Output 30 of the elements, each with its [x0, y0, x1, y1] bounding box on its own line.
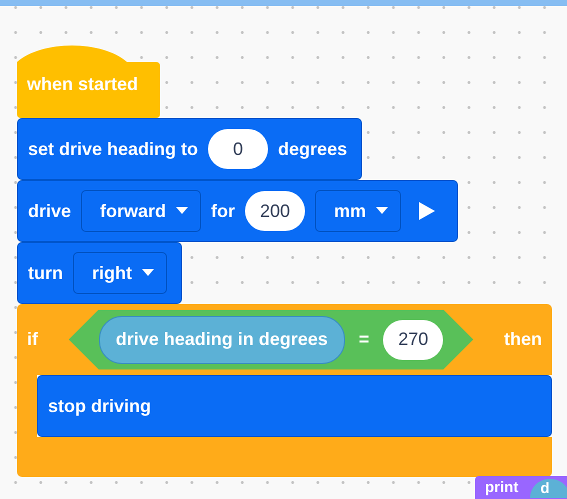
number-input[interactable]: 270: [383, 320, 444, 360]
block-label: for: [211, 200, 236, 222]
block-label: if: [27, 329, 38, 350]
command-block[interactable]: drive forward for 200 mm: [17, 180, 458, 242]
block-label: stop driving: [48, 396, 151, 416]
block-label: when started: [27, 74, 138, 94]
block-label: drive: [28, 200, 72, 222]
command-block[interactable]: set drive heading to 0 degrees: [17, 118, 362, 180]
reporter-block[interactable]: drive heading in degrees: [98, 316, 345, 364]
reporter-block[interactable]: d: [530, 479, 567, 498]
block-label: degrees: [278, 138, 348, 160]
block-label: turn: [28, 262, 63, 284]
number-input[interactable]: 200: [245, 191, 306, 231]
block-label: print: [485, 479, 518, 496]
if-block[interactable]: if drive heading in degrees = 270 then stop driving: [17, 304, 552, 477]
caret-icon: [376, 207, 388, 215]
block-label: then: [504, 329, 542, 350]
block-label: set drive heading to: [28, 138, 198, 160]
play-icon[interactable]: [419, 202, 436, 220]
command-block[interactable]: turn right: [17, 242, 182, 304]
dropdown[interactable]: right: [73, 252, 167, 294]
command-block[interactable]: stop driving: [37, 375, 552, 437]
condition-block[interactable]: drive heading in degrees = 270: [68, 310, 474, 370]
print-block[interactable]: print d: [475, 476, 567, 499]
operator-label: =: [358, 329, 370, 350]
dropdown[interactable]: forward: [81, 190, 202, 232]
dropdown[interactable]: mm: [315, 190, 402, 232]
number-input[interactable]: 0: [208, 129, 268, 169]
caret-icon: [176, 207, 188, 215]
caret-icon: [142, 269, 154, 277]
